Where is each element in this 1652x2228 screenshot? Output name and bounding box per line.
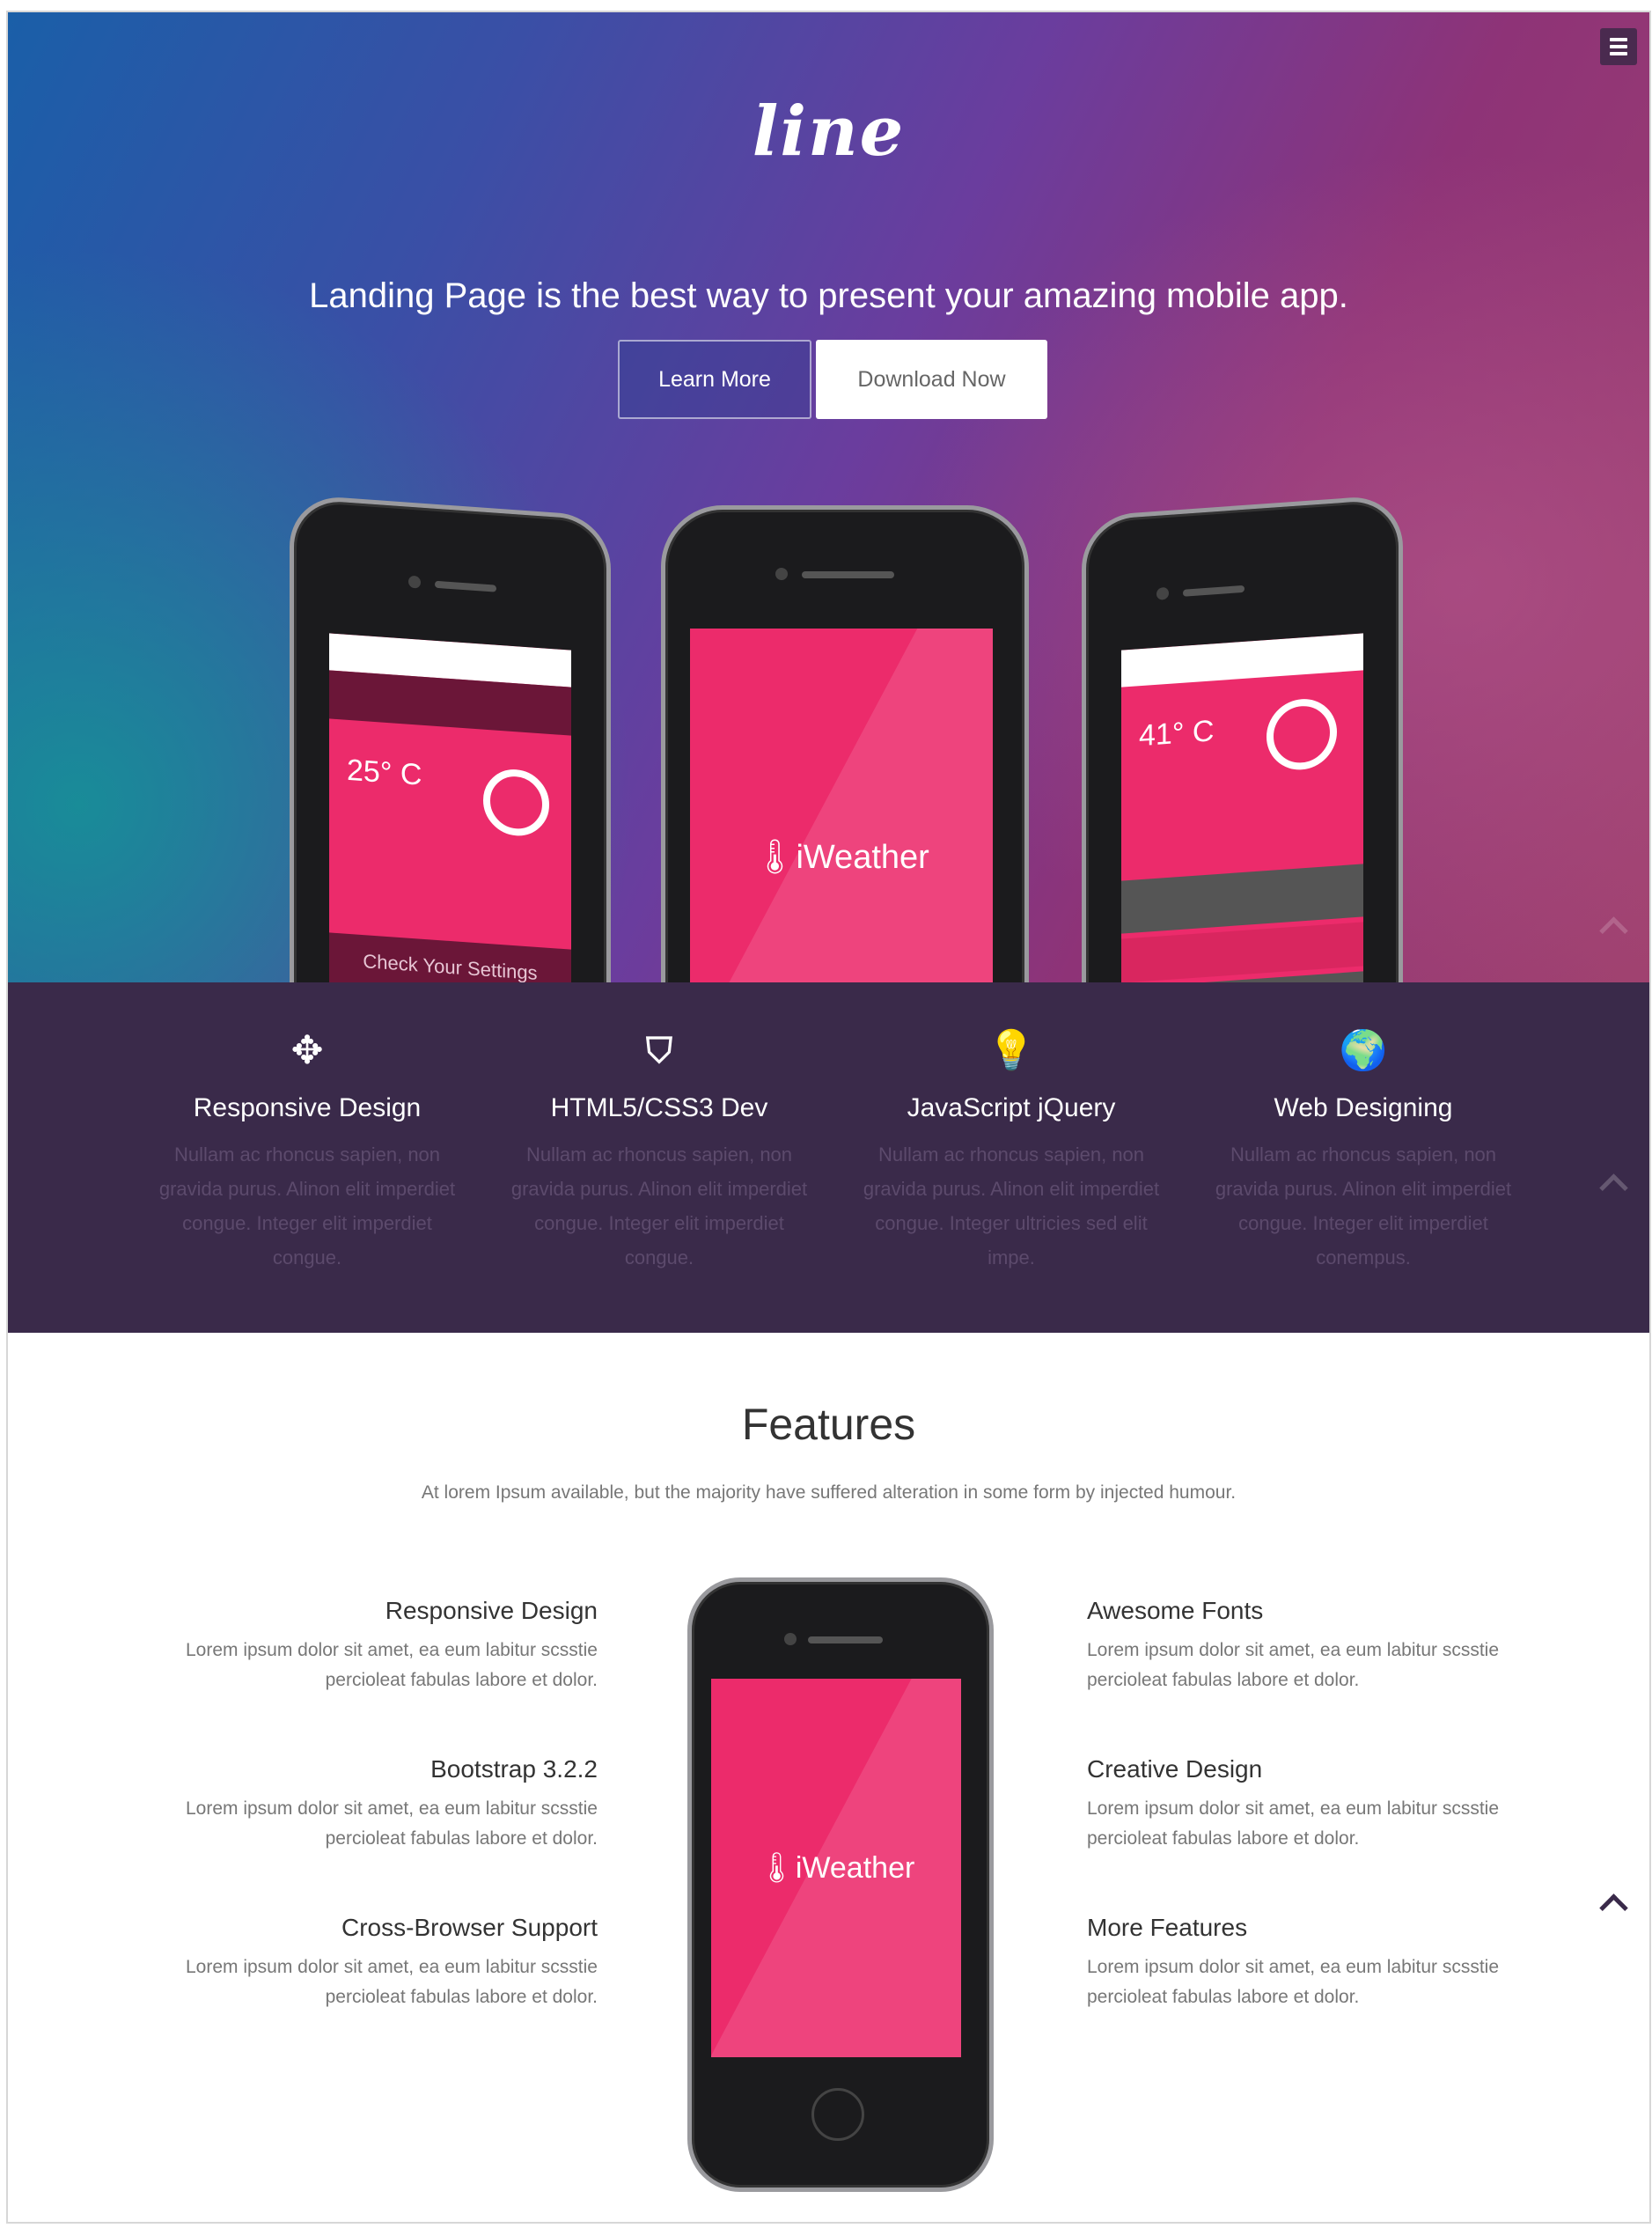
feature-text: Lorem ipsum dolor sit amet, ea eum labit… — [1087, 1798, 1500, 1849]
scroll-up-icon[interactable] — [1597, 1167, 1628, 1199]
globe-icon: 🌍 — [1339, 1029, 1388, 1072]
service-html5: ⛉ HTML5/CSS3 Dev Nullam ac rhoncus sapie… — [501, 1026, 818, 1275]
iweather-brand: 🌡iWeather — [690, 838, 993, 877]
service-title: HTML5/CSS3 Dev — [550, 1093, 768, 1122]
feature-text: Lorem ipsum dolor sit amet, ea eum labit… — [185, 1957, 598, 2007]
hero-tagline: Landing Page is the best way to present … — [309, 276, 1348, 315]
feature-text: Lorem ipsum dolor sit amet, ea eum labit… — [1087, 1640, 1500, 1690]
feature-title: Awesome Fonts — [1087, 1597, 1264, 1624]
features-title: Features — [741, 1400, 916, 1449]
phone-features-screen: 🌡iWeather — [711, 1679, 961, 2057]
service-responsive: ✥ Responsive Design Nullam ac rhoncus sa… — [149, 1026, 466, 1275]
feature-text: Lorem ipsum dolor sit amet, ea eum labit… — [1087, 1957, 1500, 2007]
speaker — [435, 580, 496, 592]
features-subtitle: At lorem Ipsum available, but the majori… — [421, 1482, 1237, 1503]
brand-name: iWeather — [795, 1851, 915, 1885]
phone-left-screen: 25° C Check Your Settings — [329, 633, 571, 982]
phone-features: 🌡iWeather — [687, 1577, 994, 2192]
service-text: Nullam ac rhoncus sapien, non gravida pu… — [158, 1143, 456, 1268]
speaker — [808, 1636, 883, 1643]
home-button — [811, 2088, 864, 2141]
thermometer-icon: 🌡 — [757, 1851, 796, 1885]
scroll-up-icon[interactable] — [1597, 1887, 1628, 1919]
logo[interactable]: line — [8, 92, 1649, 172]
phone-center-screen: 🌡iWeather — [690, 629, 993, 982]
feature-text: Lorem ipsum dolor sit amet, ea eum labit… — [185, 1640, 598, 1690]
speaker — [802, 571, 894, 578]
forecast-row — [1121, 864, 1363, 934]
service-title: JavaScript jQuery — [907, 1093, 1116, 1122]
hamburger-icon-bar — [1610, 52, 1627, 55]
camera-icon — [784, 1633, 797, 1645]
feature-title: More Features — [1087, 1914, 1248, 1941]
move-icon: ✥ — [290, 1029, 324, 1072]
service-text: Nullam ac rhoncus sapien, non gravida pu… — [1215, 1143, 1512, 1268]
brand-name: iWeather — [796, 839, 929, 876]
scroll-up-icon[interactable] — [1597, 910, 1628, 942]
lightbulb-icon: 💡 — [987, 1029, 1036, 1072]
feature-item: Cross-Browser Support Lorem ipsum dolor … — [184, 1914, 598, 2012]
services-band: ✥ Responsive Design Nullam ac rhoncus sa… — [8, 982, 1649, 1333]
camera-icon — [408, 575, 421, 589]
thermometer-icon: 🌡 — [753, 839, 797, 876]
camera-icon — [1156, 586, 1169, 600]
feature-item: Bootstrap 3.2.2 Lorem ipsum dolor sit am… — [184, 1755, 598, 1854]
phone-left: 25° C Check Your Settings — [290, 494, 611, 982]
hamburger-icon — [1610, 38, 1627, 41]
check-settings-label[interactable]: Check Your Settings — [329, 932, 571, 982]
camera-icon — [775, 568, 788, 580]
menu-button[interactable] — [1600, 28, 1637, 65]
app-header — [1121, 633, 1363, 688]
iweather-brand: 🌡iWeather — [711, 1850, 961, 1886]
phone-right-screen: 41° C — [1121, 633, 1363, 982]
service-web: 🌍 Web Designing Nullam ac rhoncus sapien… — [1205, 1026, 1522, 1275]
feature-title: Responsive Design — [385, 1597, 598, 1624]
hamburger-icon-bar — [1610, 45, 1627, 48]
service-text: Nullam ac rhoncus sapien, non gravida pu… — [863, 1143, 1160, 1268]
learn-more-button[interactable]: Learn More — [618, 340, 811, 419]
feature-item: Creative Design Lorem ipsum dolor sit am… — [1087, 1755, 1501, 1854]
page-frame: line Landing Page is the best way to pre… — [6, 11, 1651, 2224]
sun-icon — [483, 767, 549, 838]
speaker — [1183, 585, 1245, 597]
service-title: Web Designing — [1274, 1093, 1453, 1122]
feature-title: Bootstrap 3.2.2 — [430, 1755, 598, 1783]
html5-icon: ⛉ — [646, 1032, 672, 1070]
feature-title: Creative Design — [1087, 1755, 1263, 1783]
feature-item: More Features Lorem ipsum dolor sit amet… — [1087, 1914, 1501, 2012]
service-javascript: 💡 JavaScript jQuery Nullam ac rhoncus sa… — [853, 1026, 1170, 1275]
service-text: Nullam ac rhoncus sapien, non gravida pu… — [510, 1143, 808, 1268]
temperature-label: 41° C — [1139, 714, 1215, 754]
feature-item: Awesome Fonts Lorem ipsum dolor sit amet… — [1087, 1597, 1501, 1695]
screen-glare — [690, 629, 993, 982]
phone-center: 🌡iWeather — [661, 505, 1029, 982]
hero-section: line Landing Page is the best way to pre… — [8, 12, 1649, 982]
service-title: Responsive Design — [193, 1093, 422, 1122]
phone-right: 41° C — [1082, 494, 1403, 982]
download-now-button[interactable]: Download Now — [816, 340, 1047, 419]
feature-text: Lorem ipsum dolor sit amet, ea eum labit… — [185, 1798, 598, 1849]
feature-title: Cross-Browser Support — [341, 1914, 598, 1941]
temperature-label: 25° C — [347, 753, 422, 792]
sun-icon — [1267, 696, 1337, 773]
feature-item: Responsive Design Lorem ipsum dolor sit … — [184, 1597, 598, 1695]
